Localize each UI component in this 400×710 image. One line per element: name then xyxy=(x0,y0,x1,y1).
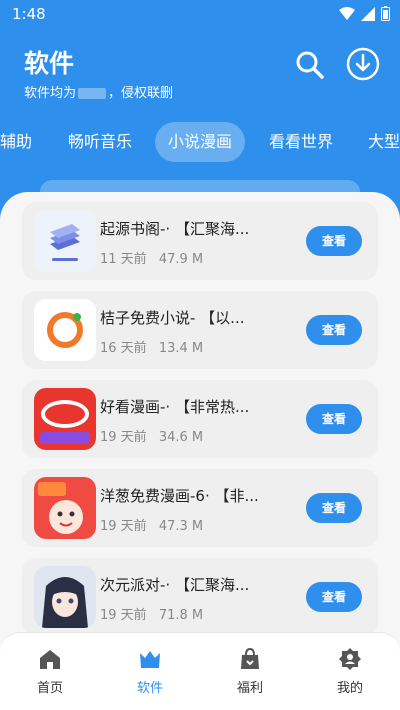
header: 软件 软件均为 ，侵权联删 xyxy=(0,40,400,110)
app-size: 47.3 M xyxy=(158,519,204,534)
app-size: 34.6 M xyxy=(158,430,204,445)
tab-music[interactable]: 畅听音乐 xyxy=(68,122,132,162)
orange-ring-icon xyxy=(34,299,96,361)
app-name: 起源书阁-· 【汇聚海... xyxy=(100,220,250,238)
app-card[interactable]: 好看漫画-· 【非常热... 19 天前 34.6 M 查看 xyxy=(22,380,378,458)
view-button[interactable]: 查看 xyxy=(306,226,362,256)
app-meta: 19 天前 47.3 M xyxy=(100,515,203,534)
page-subtitle: 软件均为 ，侵权联删 xyxy=(24,82,173,101)
nav-home[interactable]: 首页 xyxy=(20,647,80,696)
nav-mine[interactable]: 我的 xyxy=(320,647,380,696)
subtitle-suffix: ，侵权联删 xyxy=(108,86,174,101)
status-bar: 1:48 xyxy=(0,0,400,28)
status-icons xyxy=(339,6,390,21)
app-meta: 11 天前 47.9 M xyxy=(100,248,203,267)
nav-welfare[interactable]: 福利 xyxy=(220,647,280,696)
nav-software[interactable]: 软件 xyxy=(120,647,180,696)
page-title: 软件 xyxy=(24,49,75,78)
wifi-icon xyxy=(339,6,355,20)
download-icon xyxy=(346,47,380,81)
app-time: 11 天前 xyxy=(100,252,147,267)
app-meta: 19 天前 34.6 M xyxy=(100,426,203,445)
view-button[interactable]: 查看 xyxy=(306,493,362,523)
subtitle-redacted xyxy=(78,88,107,99)
app-name: 次元派对-· 【汇聚海... xyxy=(100,576,250,594)
tab-large[interactable]: 大型 xyxy=(368,122,400,162)
tab-assist[interactable]: 辅助 xyxy=(0,122,32,162)
onion-icon xyxy=(34,477,96,539)
download-button[interactable] xyxy=(345,46,381,82)
home-icon xyxy=(40,650,60,669)
app-meta: 19 天前 71.8 M xyxy=(100,604,203,623)
status-time: 1:48 xyxy=(12,5,46,23)
nav-label: 首页 xyxy=(36,681,63,696)
signal-icon xyxy=(361,6,375,21)
app-time: 16 天前 xyxy=(100,341,147,356)
anime-girl-icon xyxy=(34,566,96,628)
search-icon xyxy=(296,51,324,79)
app-time: 19 天前 xyxy=(100,608,147,623)
app-size: 13.4 M xyxy=(158,341,204,356)
nav-label: 软件 xyxy=(136,681,163,696)
view-button[interactable]: 查看 xyxy=(306,404,362,434)
app-card[interactable]: 次元派对-· 【汇聚海... 19 天前 71.8 M 查看 xyxy=(22,558,378,636)
app-size: 47.9 M xyxy=(158,252,204,267)
nav-label: 福利 xyxy=(236,681,263,696)
app-list-panel: 起源书阁-· 【汇聚海... 11 天前 47.9 M 查看 桔子免费小说- 【… xyxy=(0,192,400,652)
view-button[interactable]: 查看 xyxy=(306,582,362,612)
crown-icon xyxy=(140,651,160,668)
profile-icon xyxy=(339,648,361,670)
comic-free-icon xyxy=(34,388,96,450)
app-size: 71.8 M xyxy=(158,608,204,623)
app-name: 洋葱免费漫画-6· 【非... xyxy=(100,487,259,505)
view-button[interactable]: 查看 xyxy=(306,315,362,345)
app-name: 桔子免费小说- 【以... xyxy=(100,309,245,327)
tab-world[interactable]: 看看世界 xyxy=(269,122,333,162)
app-name: 好看漫画-· 【非常热... xyxy=(100,398,250,416)
tab-novel-comic[interactable]: 小说漫画 xyxy=(155,122,246,162)
category-tabs: 辅助 畅听音乐 小说漫画 看看世界 大型 xyxy=(0,120,400,164)
search-button[interactable] xyxy=(293,48,327,82)
bag-icon xyxy=(241,647,259,669)
app-time: 19 天前 xyxy=(100,430,147,445)
app-meta: 16 天前 13.4 M xyxy=(100,337,203,356)
books-icon xyxy=(34,210,96,272)
app-card[interactable]: 桔子免费小说- 【以... 16 天前 13.4 M 查看 xyxy=(22,291,378,369)
bottom-nav: 首页 软件 福利 我的 xyxy=(0,632,400,710)
app-card[interactable]: 洋葱免费漫画-6· 【非... 19 天前 47.3 M 查看 xyxy=(22,469,378,547)
app-time: 19 天前 xyxy=(100,519,147,534)
app-card[interactable]: 起源书阁-· 【汇聚海... 11 天前 47.9 M 查看 xyxy=(22,202,378,280)
nav-label: 我的 xyxy=(336,681,363,696)
battery-icon xyxy=(381,6,390,21)
subtitle-prefix: 软件均为 xyxy=(24,86,77,101)
